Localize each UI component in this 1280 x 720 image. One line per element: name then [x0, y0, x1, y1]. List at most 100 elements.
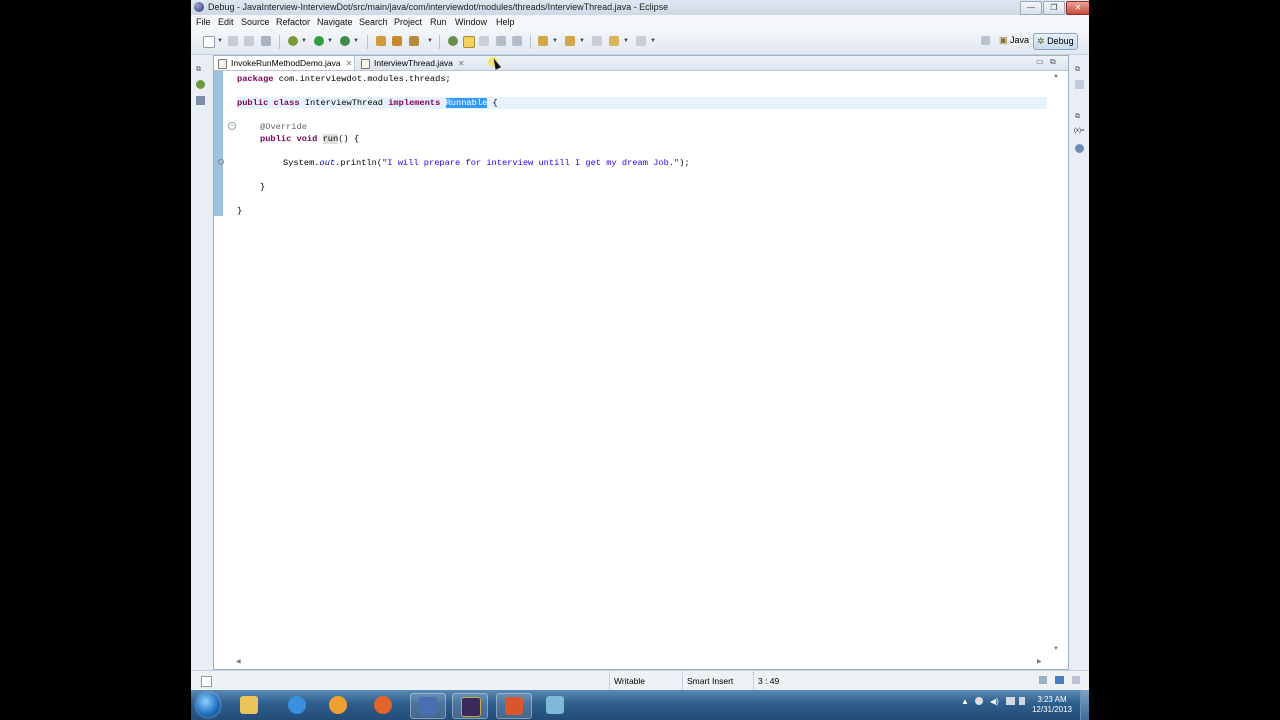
code-token: com.interviewdot.modules.threads; [273, 74, 451, 84]
restore-icon[interactable]: ⧉ [1075, 66, 1084, 75]
new-dropdown-icon[interactable]: ▼ [217, 38, 223, 44]
java-perspective-button[interactable]: ▣ Java [996, 33, 1032, 48]
menu-navigate[interactable]: Navigate [317, 17, 353, 27]
save-icon[interactable] [228, 36, 238, 46]
external-tools-icon[interactable] [340, 36, 350, 46]
menu-source[interactable]: Source [241, 17, 270, 27]
next-annotation-icon[interactable] [538, 36, 548, 46]
scroll-up-icon[interactable]: ▲ [1053, 73, 1059, 79]
taskbar-media-player[interactable] [321, 693, 355, 717]
fold-toggle-icon[interactable]: − [228, 122, 236, 130]
restore-icon[interactable]: ⧉ [196, 66, 205, 75]
search-icon[interactable] [409, 36, 419, 46]
java-perspective-icon: ▣ [999, 35, 1008, 45]
taskbar-app[interactable] [538, 693, 572, 717]
volume-icon[interactable]: ◀) [990, 697, 999, 706]
debug-perspective-icon: ✲ [1037, 36, 1045, 46]
horizontal-scrollbar[interactable]: ◀ ▶ [234, 657, 1046, 667]
tab-invokerunmethoddemo[interactable]: InvokeRunMethodDemo.java ✕ [214, 56, 355, 70]
taskbar-explorer[interactable] [232, 693, 266, 717]
status-bar: Writable Smart Insert 3 : 49 [191, 670, 1089, 691]
forward-dropdown-icon[interactable]: ▼ [650, 38, 656, 44]
vertical-scrollbar[interactable]: ▲ ▼ [1049, 71, 1063, 656]
fast-view-icon[interactable] [201, 676, 212, 687]
console-icon[interactable] [1072, 676, 1080, 684]
tab-interviewthread[interactable]: InterviewThread.java ✕ [357, 56, 472, 70]
debug-icon[interactable] [288, 36, 298, 46]
taskbar-clock[interactable]: 3:23 AM 12/31/2013 [1027, 695, 1077, 715]
last-edit-icon[interactable] [592, 36, 602, 46]
run-icon[interactable] [314, 36, 324, 46]
taskbar-office[interactable] [496, 693, 532, 719]
media-player-icon [329, 696, 347, 714]
debug-perspective-button[interactable]: ✲ Debug [1033, 33, 1078, 50]
tray-expand-icon[interactable]: ▲ [961, 697, 969, 706]
next-annotation-dropdown-icon[interactable]: ▼ [552, 38, 558, 44]
menu-refactor[interactable]: Refactor [276, 17, 310, 27]
menu-project[interactable]: Project [394, 17, 422, 27]
editor-maximize-icon[interactable]: ⧉ [1050, 57, 1056, 67]
back-icon[interactable] [609, 36, 619, 46]
new-icon[interactable] [203, 36, 215, 48]
back-dropdown-icon[interactable]: ▼ [623, 38, 629, 44]
toolbar-separator [530, 35, 531, 49]
taskbar-eclipse[interactable] [410, 693, 446, 719]
project-explorer-icon[interactable] [196, 96, 205, 105]
mark-occurrences-icon[interactable] [463, 36, 475, 48]
breakpoints-view-icon[interactable] [1075, 144, 1084, 153]
taskbar-ide[interactable] [452, 693, 488, 719]
open-task-icon[interactable] [392, 36, 402, 46]
menu-edit[interactable]: Edit [218, 17, 234, 27]
run-dropdown-icon[interactable]: ▼ [327, 38, 333, 44]
previous-annotation-icon[interactable] [565, 36, 575, 46]
scroll-down-icon[interactable]: ▼ [1053, 646, 1059, 652]
scroll-right-icon[interactable]: ▶ [1037, 658, 1042, 665]
code-line-close-method: } [260, 181, 265, 193]
save-all-icon[interactable] [244, 36, 254, 46]
annotation-icon[interactable] [448, 36, 458, 46]
close-button[interactable]: ✕ [1066, 1, 1089, 15]
scroll-left-icon[interactable]: ◀ [236, 658, 241, 665]
explorer-icon [240, 696, 258, 714]
minimize-button[interactable]: — [1020, 1, 1042, 15]
menu-run[interactable]: Run [430, 17, 447, 27]
taskbar-firefox[interactable] [366, 693, 400, 717]
tasks-icon[interactable] [1055, 676, 1064, 684]
previous-annotation-dropdown-icon[interactable]: ▼ [579, 38, 585, 44]
variables-view-icon[interactable]: (x)= [1074, 128, 1085, 137]
code-area[interactable]: package com.interviewdot.modules.threads… [237, 71, 1047, 656]
tab-label: InterviewThread.java [374, 58, 453, 68]
menu-window[interactable]: Window [455, 17, 487, 27]
block-selection-icon[interactable] [479, 36, 489, 46]
taskbar-ie[interactable] [280, 693, 314, 717]
print-icon[interactable] [261, 36, 271, 46]
paragraph-icon[interactable] [512, 36, 522, 46]
close-tab-icon[interactable]: ✕ [346, 57, 353, 71]
search-dropdown-icon[interactable]: ▼ [427, 38, 433, 44]
progress-icon[interactable] [1039, 676, 1047, 684]
restore-icon[interactable]: ⧉ [1075, 113, 1084, 122]
battery-icon[interactable] [1019, 697, 1025, 705]
show-whitespace-icon[interactable] [496, 36, 506, 46]
external-tools-dropdown-icon[interactable]: ▼ [353, 38, 359, 44]
debug-view-icon[interactable] [196, 80, 205, 89]
maximize-button[interactable]: ❐ [1043, 1, 1065, 15]
forward-icon[interactable] [636, 36, 646, 46]
show-desktop-button[interactable] [1080, 690, 1089, 720]
code-token: implements [388, 98, 441, 108]
menu-help[interactable]: Help [496, 17, 515, 27]
code-line-class: public class InterviewThread implements … [237, 97, 498, 109]
windows-start-icon[interactable] [196, 693, 220, 717]
open-type-icon[interactable] [376, 36, 386, 46]
open-perspective-icon[interactable] [981, 36, 990, 45]
editor-minimize-icon[interactable]: ▭ [1036, 57, 1044, 66]
network-icon[interactable] [1006, 697, 1015, 705]
outline-view-icon[interactable] [1075, 80, 1084, 89]
menu-search[interactable]: Search [359, 17, 388, 27]
close-tab-icon[interactable]: ✕ [458, 57, 465, 71]
toolbar-separator [367, 35, 368, 49]
code-token: void [296, 134, 318, 144]
debug-dropdown-icon[interactable]: ▼ [301, 38, 307, 44]
tray-app-icon[interactable] [975, 697, 983, 705]
menu-file[interactable]: File [196, 17, 211, 27]
